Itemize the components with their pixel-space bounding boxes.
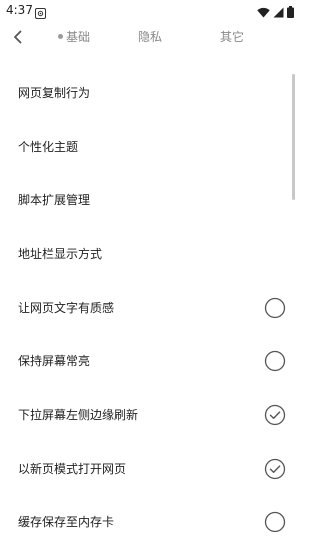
- unchecked-circle-icon[interactable]: [264, 297, 286, 319]
- setting-cache-to-sd-card[interactable]: 缓存保存至内存卡: [0, 496, 300, 549]
- setting-keep-screen-on[interactable]: 保持屏幕常亮: [0, 334, 300, 388]
- settings-list: 网页复制行为 个性化主题 脚本扩展管理 地址栏显示方式 让网页文字有质感 保持屏…: [0, 66, 300, 549]
- setting-label: 网页复制行为: [18, 85, 90, 101]
- status-time: 4:37: [6, 2, 33, 18]
- setting-label: 地址栏显示方式: [18, 246, 102, 262]
- tab-privacy[interactable]: 隐私: [138, 29, 162, 45]
- status-bar: 4:37: [0, 0, 300, 20]
- setting-address-bar-display[interactable]: 地址栏显示方式: [0, 227, 300, 281]
- scrollbar[interactable]: [292, 74, 295, 200]
- unchecked-circle-icon[interactable]: [264, 350, 286, 372]
- setting-label: 以新页模式打开网页: [18, 461, 126, 477]
- setting-text-texture[interactable]: 让网页文字有质感: [0, 281, 300, 335]
- setting-script-extension-management[interactable]: 脚本扩展管理: [0, 173, 300, 227]
- tab-basic[interactable]: 基础: [66, 29, 90, 45]
- setting-label: 缓存保存至内存卡: [18, 514, 114, 530]
- checked-circle-icon[interactable]: [264, 404, 286, 426]
- unchecked-circle-icon[interactable]: [264, 511, 286, 533]
- setting-label: 脚本扩展管理: [18, 192, 90, 208]
- chevron-left-icon: [13, 29, 23, 48]
- setting-label: 下拉屏幕左侧边缘刷新: [18, 407, 138, 423]
- setting-web-copy-behavior[interactable]: 网页复制行为: [0, 66, 300, 120]
- top-bar: 基础 隐私 其它: [0, 20, 300, 56]
- back-button[interactable]: [6, 26, 30, 50]
- setting-label: 保持屏幕常亮: [18, 353, 90, 369]
- setting-label: 让网页文字有质感: [18, 300, 114, 316]
- checked-circle-icon[interactable]: [264, 458, 286, 480]
- setting-personalized-theme[interactable]: 个性化主题: [0, 120, 300, 174]
- setting-pull-left-edge-refresh[interactable]: 下拉屏幕左侧边缘刷新: [0, 388, 300, 442]
- selected-tab-indicator: [58, 34, 63, 39]
- setting-label: 个性化主题: [18, 139, 78, 155]
- tab-other[interactable]: 其它: [220, 29, 244, 45]
- setting-open-in-new-page[interactable]: 以新页模式打开网页: [0, 442, 300, 496]
